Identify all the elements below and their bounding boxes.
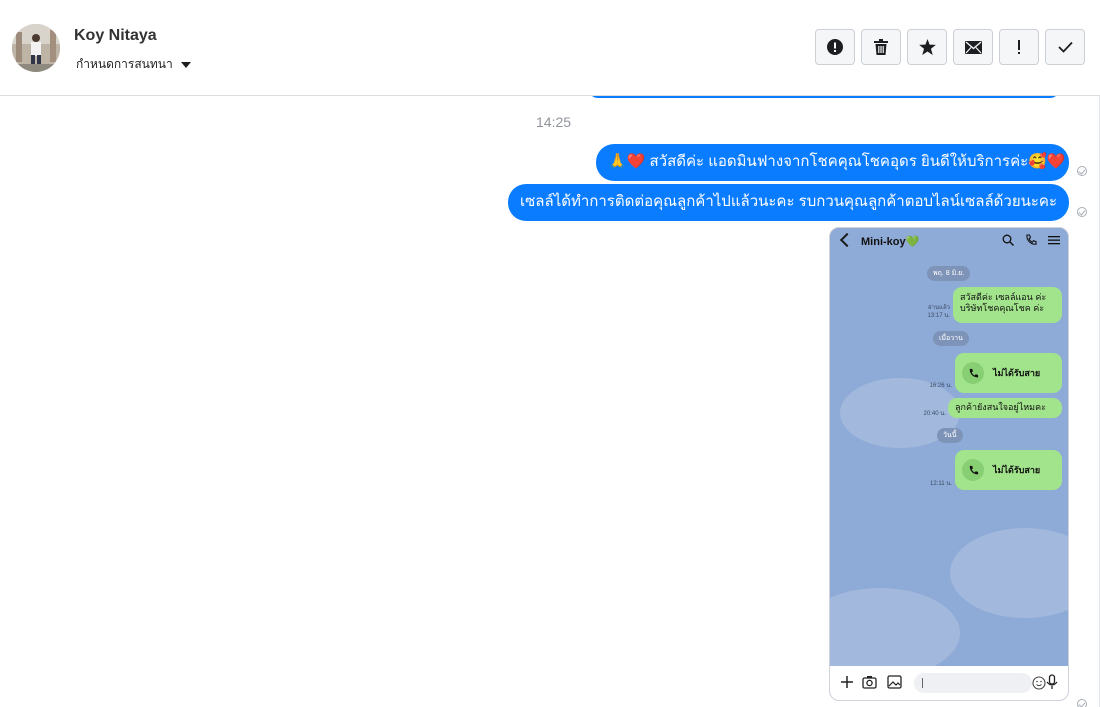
message-time: 16:26 น.	[929, 383, 952, 389]
message-input	[914, 673, 1046, 693]
microphone-icon	[1046, 674, 1058, 695]
missed-call-label: ไม่ได้รับสาย	[993, 367, 1041, 378]
mark-done-button[interactable]	[1045, 29, 1085, 65]
missed-call-bubble: ไม่ได้รับสาย	[955, 353, 1062, 393]
report-button[interactable]	[815, 29, 855, 65]
menu-icon	[1048, 233, 1060, 251]
text-caret	[922, 678, 923, 688]
phone-icon	[962, 362, 984, 384]
image-icon	[887, 675, 902, 694]
contact-name: Koy Nitaya	[74, 27, 157, 44]
envelope-icon	[964, 40, 982, 54]
caret-down-icon	[180, 61, 191, 68]
chat-topbar: Mini-koy💚	[830, 228, 1068, 256]
cloud-decoration	[950, 528, 1068, 618]
line-message-bubble: สวัสดีค่ะ เซลล์แอน ค่ะ บริษัทโชคคุณโชค ค…	[953, 287, 1062, 323]
camera-icon	[862, 675, 877, 694]
line-message-text: บริษัทโชคคุณโชค ค่ะ	[960, 303, 1045, 313]
conversation-header: Koy Nitaya กำหนดการสนทนา	[0, 0, 1100, 96]
search-icon	[1002, 233, 1014, 251]
assign-conversation-dropdown[interactable]: กำหนดการสนทนา	[76, 55, 191, 74]
sent-check-icon	[1077, 699, 1087, 707]
image-attachment[interactable]: Mini-koy💚 พฤ. 8 มิ.ย. สวัสดีค่ะ เซลล์แอน…	[829, 227, 1069, 701]
chat-title: Mini-koy💚	[861, 236, 920, 248]
previous-message-bubble	[588, 96, 1060, 98]
sent-check-icon	[1077, 207, 1087, 217]
exclamation-circle-icon	[827, 39, 843, 55]
mark-unread-button[interactable]	[953, 29, 993, 65]
missed-call-bubble: ไม่ได้รับสาย	[955, 450, 1062, 490]
phone-icon	[962, 459, 984, 481]
phone-icon	[1025, 233, 1037, 251]
message-time: 20:40 น.	[923, 411, 946, 417]
message-time: 12:11 น.	[929, 481, 952, 487]
date-pill: วันนี้	[937, 428, 963, 443]
line-message-bubble: ลูกค้ายังสนใจอยู่ไหมคะ	[948, 398, 1062, 418]
date-pill: พฤ. 8 มิ.ย.	[927, 266, 971, 281]
chat-topbar-icons	[1002, 233, 1060, 251]
exclamation-icon	[1017, 39, 1021, 55]
message-bubble[interactable]: 🙏❤️ สวัสดีค่ะ แอดมินฟางจากโชคคุณโชคอุดร …	[596, 144, 1069, 181]
emoji-icon	[1032, 676, 1046, 695]
line-message-text: สวัสดีค่ะ เซลล์แอน ค่ะ	[960, 292, 1047, 302]
trash-icon	[874, 39, 888, 55]
check-icon	[1057, 41, 1073, 53]
contact-avatar[interactable]	[12, 24, 60, 72]
message-thread[interactable]: 14:25 🙏❤️ สวัสดีค่ะ แอดมินฟางจากโชคคุณโช…	[0, 96, 1100, 707]
back-arrow-icon	[839, 232, 855, 248]
follow-up-button[interactable]	[999, 29, 1039, 65]
date-pill: เมื่อวาน	[933, 331, 969, 346]
sent-check-icon	[1077, 166, 1087, 176]
cloud-decoration	[830, 588, 960, 678]
read-status: อ่านแล้ว 13:17 น.	[920, 304, 950, 320]
plus-icon	[840, 675, 854, 694]
delete-button[interactable]	[861, 29, 901, 65]
header-actions	[815, 29, 1085, 65]
assign-label: กำหนดการสนทนา	[76, 57, 173, 71]
missed-call-label: ไม่ได้รับสาย	[993, 464, 1041, 475]
read-label: อ่านแล้ว	[928, 305, 950, 311]
message-timestamp: 14:25	[536, 114, 572, 130]
chat-input-bar	[830, 666, 1068, 700]
message-bubble[interactable]: เซลล์ได้ทำการติดต่อคุณลูกค้าไปแล้วนะคะ ร…	[508, 184, 1069, 221]
star-icon	[918, 39, 936, 55]
message-time: 13:17 น.	[927, 313, 950, 319]
star-button[interactable]	[907, 29, 947, 65]
